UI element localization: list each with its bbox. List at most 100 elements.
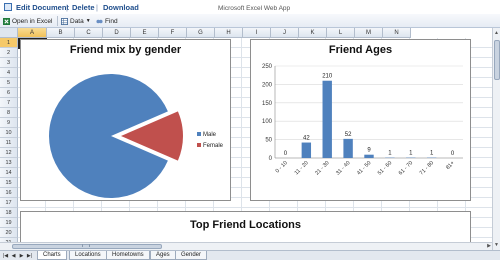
sheet-tab-ages[interactable]: Ages bbox=[150, 251, 176, 260]
data-label: 9 bbox=[367, 148, 371, 154]
command-separator: | bbox=[96, 3, 98, 12]
x-tick-label: 71 - 80 bbox=[419, 160, 435, 176]
row-header-13[interactable]: 13 bbox=[0, 158, 18, 168]
x-tick-label: 31 - 40 bbox=[335, 160, 351, 176]
row-header-15[interactable]: 15 bbox=[0, 178, 18, 188]
data-label: 1 bbox=[430, 151, 434, 157]
locations-chart[interactable]: Top Friend Locations bbox=[20, 211, 471, 242]
row-header-3[interactable]: 3 bbox=[0, 58, 18, 68]
legend-female: Female bbox=[203, 143, 224, 149]
data-label: 0 bbox=[451, 151, 455, 157]
column-header-h[interactable]: H bbox=[215, 28, 243, 38]
row-header-16[interactable]: 16 bbox=[0, 188, 18, 198]
column-header-c[interactable]: C bbox=[75, 28, 103, 38]
row-header-1[interactable]: 1 bbox=[0, 38, 18, 48]
sheet-tab-locations[interactable]: Locations bbox=[69, 251, 107, 260]
sheet-tab-charts[interactable]: Charts bbox=[37, 251, 67, 260]
row-header-5[interactable]: 5 bbox=[0, 78, 18, 88]
last-sheet-icon[interactable]: ▶| bbox=[26, 252, 33, 260]
open-in-excel-button[interactable]: Open in Excel bbox=[3, 16, 52, 26]
bar[interactable] bbox=[301, 142, 312, 158]
vertical-scrollbar[interactable]: ▲ ▼ bbox=[492, 28, 500, 250]
row-header-18[interactable]: 18 bbox=[0, 208, 18, 218]
toolbar-separator bbox=[57, 16, 58, 26]
select-all-corner[interactable] bbox=[0, 28, 18, 38]
row-header-4[interactable]: 4 bbox=[0, 68, 18, 78]
row-header-20[interactable]: 20 bbox=[0, 228, 18, 238]
gender-pie-chart[interactable]: Friend mix by gender Male Female bbox=[20, 39, 231, 201]
bar[interactable] bbox=[343, 138, 353, 158]
scroll-down-icon[interactable]: ▼ bbox=[493, 241, 500, 249]
prev-sheet-icon[interactable]: ◀ bbox=[10, 252, 17, 260]
chart-title: Top Friend Locations bbox=[189, 219, 301, 231]
column-header-f[interactable]: F bbox=[159, 28, 187, 38]
data-label: 1 bbox=[388, 151, 392, 157]
scroll-right-icon[interactable]: ▶ bbox=[487, 243, 491, 249]
bar[interactable] bbox=[322, 80, 332, 158]
y-tick-label: 100 bbox=[262, 119, 273, 125]
scroll-up-icon[interactable]: ▲ bbox=[493, 29, 500, 37]
x-tick-label: 21 - 30 bbox=[314, 160, 330, 176]
data-menu-button[interactable]: Data ▼ bbox=[61, 16, 91, 26]
pie-plot: Male Female bbox=[48, 74, 224, 198]
row-header-17[interactable]: 17 bbox=[0, 198, 18, 208]
row-header-2[interactable]: 2 bbox=[0, 48, 18, 58]
x-tick-label: 51 - 60 bbox=[377, 160, 393, 176]
column-header-a[interactable]: A bbox=[18, 28, 47, 38]
x-tick-label: 11 - 20 bbox=[294, 160, 310, 176]
scroll-grip bbox=[82, 244, 90, 247]
x-tick-label: 0 - 10 bbox=[275, 160, 289, 174]
row-header-11[interactable]: 11 bbox=[0, 138, 18, 148]
row-header-12[interactable]: 12 bbox=[0, 148, 18, 158]
app-title: Microsoft Excel Web App bbox=[218, 5, 291, 12]
bar[interactable] bbox=[364, 154, 374, 158]
horizontal-scrollbar[interactable]: ▶ bbox=[0, 242, 492, 250]
data-label: 0 bbox=[284, 151, 288, 157]
excel-icon bbox=[3, 17, 10, 25]
column-header-m[interactable]: M bbox=[355, 28, 383, 38]
row-header-7[interactable]: 7 bbox=[0, 98, 18, 108]
legend-male: Male bbox=[203, 132, 217, 138]
data-label: 52 bbox=[345, 132, 352, 138]
vertical-scroll-thumb[interactable] bbox=[494, 40, 500, 80]
row-header-10[interactable]: 10 bbox=[0, 128, 18, 138]
column-header-j[interactable]: J bbox=[271, 28, 299, 38]
row-header-9[interactable]: 9 bbox=[0, 118, 18, 128]
row-header-8[interactable]: 8 bbox=[0, 108, 18, 118]
x-tick-label: 61 - 70 bbox=[398, 160, 414, 176]
column-header-d[interactable]: D bbox=[103, 28, 131, 38]
first-sheet-icon[interactable]: |◀ bbox=[2, 252, 9, 260]
bar-plot: 05010015020025000 - 104211 - 2021021 - 3… bbox=[262, 64, 463, 177]
column-header-l[interactable]: L bbox=[327, 28, 355, 38]
find-button[interactable]: Find bbox=[96, 16, 118, 26]
y-tick-label: 150 bbox=[262, 101, 273, 107]
ages-bar-chart[interactable]: Friend Ages 0 50 100 150 200 250 0 0 - 10 42 11 -… bbox=[250, 39, 471, 201]
next-sheet-icon[interactable]: ▶ bbox=[18, 252, 25, 260]
column-header-e[interactable]: E bbox=[131, 28, 159, 38]
column-header-n[interactable]: N bbox=[383, 28, 411, 38]
spreadsheet-grid[interactable]: ABCDEFGHIJKLMN 1 2 3 4 5 6 7 8 9 10 11 12 13 14 15 16 17… bbox=[0, 28, 492, 242]
column-header-b[interactable]: B bbox=[47, 28, 75, 38]
chevron-down-icon: ▼ bbox=[85, 18, 91, 24]
data-label: Data bbox=[70, 17, 84, 25]
command-separator: | bbox=[66, 3, 68, 12]
y-tick-label: 200 bbox=[262, 82, 273, 88]
y-tick-label: 50 bbox=[265, 138, 272, 144]
x-tick-label: 41 - 50 bbox=[356, 160, 372, 176]
edit-document-icon bbox=[4, 3, 12, 11]
data-label: 42 bbox=[303, 136, 310, 142]
edit-document-button[interactable]: Edit Document bbox=[16, 3, 69, 12]
delete-button[interactable]: Delete bbox=[72, 3, 95, 12]
data-label: 210 bbox=[322, 74, 333, 80]
row-header-14[interactable]: 14 bbox=[0, 168, 18, 178]
column-header-g[interactable]: G bbox=[187, 28, 215, 38]
row-header-6[interactable]: 6 bbox=[0, 88, 18, 98]
column-header-k[interactable]: K bbox=[299, 28, 327, 38]
sheet-tab-hometowns[interactable]: Hometowns bbox=[106, 251, 150, 260]
legend-swatch-female bbox=[197, 143, 201, 147]
sheet-tab-gender[interactable]: Gender bbox=[175, 251, 208, 260]
open-in-excel-label: Open in Excel bbox=[12, 17, 53, 25]
column-header-i[interactable]: I bbox=[243, 28, 271, 38]
row-header-19[interactable]: 19 bbox=[0, 218, 18, 228]
download-button[interactable]: Download bbox=[103, 3, 139, 12]
